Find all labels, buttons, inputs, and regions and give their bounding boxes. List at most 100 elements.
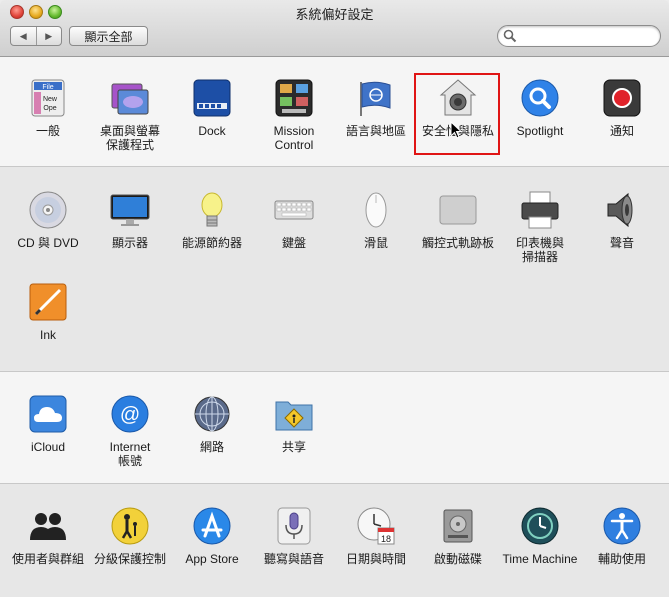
pane-dock[interactable]: Dock (171, 78, 253, 138)
trackpad-icon (438, 190, 478, 230)
printers-scanners-icon (520, 190, 560, 230)
pane-spotlight[interactable]: Spotlight (499, 78, 581, 138)
pane-label: App Store (185, 552, 239, 566)
pane-desktop-screensaver[interactable]: 桌面與螢幕 保護程式 (89, 78, 171, 152)
search-input[interactable] (520, 28, 654, 45)
pane-label: 觸控式軌跡板 (421, 236, 494, 250)
pane-label: CD 與 DVD (17, 236, 79, 250)
system-preferences-window: 系統偏好設定 ◀ ▶ 顯示全部 File New Ope 一般 桌面與螢幕 保護… (0, 0, 669, 597)
pane-sound[interactable]: 聲音 (581, 190, 663, 250)
time-machine-icon (520, 506, 560, 546)
window-title: 系統偏好設定 (295, 7, 374, 22)
energy-saver-icon (192, 190, 232, 230)
search-field[interactable] (497, 25, 661, 47)
show-all-button[interactable]: 顯示全部 (69, 26, 148, 46)
notifications-icon (602, 78, 642, 118)
parental-controls-icon (110, 506, 150, 546)
keyboard-icon (274, 190, 314, 230)
dictation-speech-icon (274, 506, 314, 546)
app-store-icon (192, 506, 232, 546)
pane-label: 滑鼠 (363, 236, 388, 250)
pane-cd-dvd[interactable]: CD 與 DVD (7, 190, 89, 250)
spotlight-icon (520, 78, 560, 118)
pane-general[interactable]: File New Ope 一般 (7, 78, 89, 138)
icloud-icon (28, 394, 68, 434)
forward-button[interactable]: ▶ (35, 27, 62, 45)
general-icon-new-text: New (43, 96, 58, 103)
pane-internet-accounts[interactable]: @ Internet 帳號 (89, 394, 171, 468)
pane-ink[interactable]: Ink (7, 282, 89, 342)
pane-app-store[interactable]: App Store (171, 506, 253, 566)
pane-network[interactable]: 網路 (171, 394, 253, 454)
internet-accounts-icon: @ (110, 394, 150, 434)
pane-label: 桌面與螢幕 保護程式 (99, 124, 160, 152)
pane-label: Dock (198, 124, 226, 138)
startup-disk-icon (438, 506, 478, 546)
pane-energy-saver[interactable]: 能源節約器 (171, 190, 253, 250)
users-groups-icon (28, 506, 68, 546)
pane-trackpad[interactable]: 觸控式軌跡板 (417, 190, 499, 250)
pane-sharing[interactable]: 共享 (253, 394, 335, 454)
pane-label: 聽寫與語音 (263, 552, 324, 566)
pane-users-groups[interactable]: 使用者與群組 (7, 506, 89, 566)
pane-label: 輔助使用 (597, 552, 646, 566)
pane-dictation-speech[interactable]: 聽寫與語音 (253, 506, 335, 566)
toolbar: 系統偏好設定 ◀ ▶ 顯示全部 (0, 0, 669, 57)
general-icon-file-text: File (42, 84, 53, 91)
pane-label: Time Machine (502, 552, 578, 566)
pane-label: Mission Control (273, 124, 315, 152)
pane-label: 通知 (609, 124, 634, 138)
pane-date-time[interactable]: 18 日期與時間 (335, 506, 417, 566)
dock-icon (192, 78, 232, 118)
pane-keyboard[interactable]: 鍵盤 (253, 190, 335, 250)
pane-mouse[interactable]: 滑鼠 (335, 190, 417, 250)
network-icon (192, 394, 232, 434)
back-forward-control: ◀ ▶ (10, 26, 62, 46)
back-button[interactable]: ◀ (11, 27, 36, 45)
pane-language-region[interactable]: 語言與地區 (335, 78, 417, 138)
pane-label: 鍵盤 (281, 236, 306, 250)
pane-label: Spotlight (516, 124, 564, 138)
sound-icon (602, 190, 642, 230)
accessibility-icon (602, 506, 642, 546)
pane-label: 語言與地區 (345, 124, 406, 138)
pane-label: 共享 (281, 440, 306, 454)
general-icon-open-text: Ope (43, 105, 56, 112)
pane-mission-control[interactable]: Mission Control (253, 78, 335, 152)
pane-time-machine[interactable]: Time Machine (499, 506, 581, 566)
pane-label: 一般 (35, 124, 60, 138)
pane-label: 啟動磁碟 (433, 552, 482, 566)
desktop-screensaver-icon (110, 78, 150, 118)
pane-parental-controls[interactable]: 分級保護控制 (89, 506, 171, 566)
displays-icon (110, 190, 150, 230)
pane-accessibility[interactable]: 輔助使用 (581, 506, 663, 566)
pane-startup-disk[interactable]: 啟動磁碟 (417, 506, 499, 566)
mouse-icon (356, 190, 396, 230)
pane-icloud[interactable]: iCloud (7, 394, 89, 454)
pane-label: 日期與時間 (345, 552, 406, 566)
cd-dvd-icon (28, 190, 68, 230)
pane-label: Internet 帳號 (109, 440, 151, 468)
sharing-icon (274, 394, 314, 434)
mission-control-icon (274, 78, 314, 118)
ink-icon (28, 282, 68, 322)
pane-label: 分級保護控制 (93, 552, 166, 566)
date-time-icon: 18 (356, 506, 396, 546)
pane-label: 印表機與 掃描器 (515, 236, 564, 264)
pane-label: 聲音 (609, 236, 634, 250)
calendar-day-text: 18 (381, 534, 391, 544)
language-region-icon (356, 78, 396, 118)
svg-text:@: @ (120, 404, 140, 426)
pane-label: Ink (39, 328, 56, 342)
pane-label: 能源節約器 (181, 236, 242, 250)
mouse-cursor-icon (450, 121, 462, 139)
pane-notifications[interactable]: 通知 (581, 78, 663, 138)
search-icon (503, 29, 517, 43)
highlight-box (414, 73, 500, 155)
pane-printers-scanners[interactable]: 印表機與 掃描器 (499, 190, 581, 264)
general-icon: File New Ope (28, 78, 68, 118)
pane-displays[interactable]: 顯示器 (89, 190, 171, 250)
pane-label: 顯示器 (111, 236, 148, 250)
pane-label: 網路 (199, 440, 224, 454)
pane-label: 使用者與群組 (11, 552, 84, 566)
